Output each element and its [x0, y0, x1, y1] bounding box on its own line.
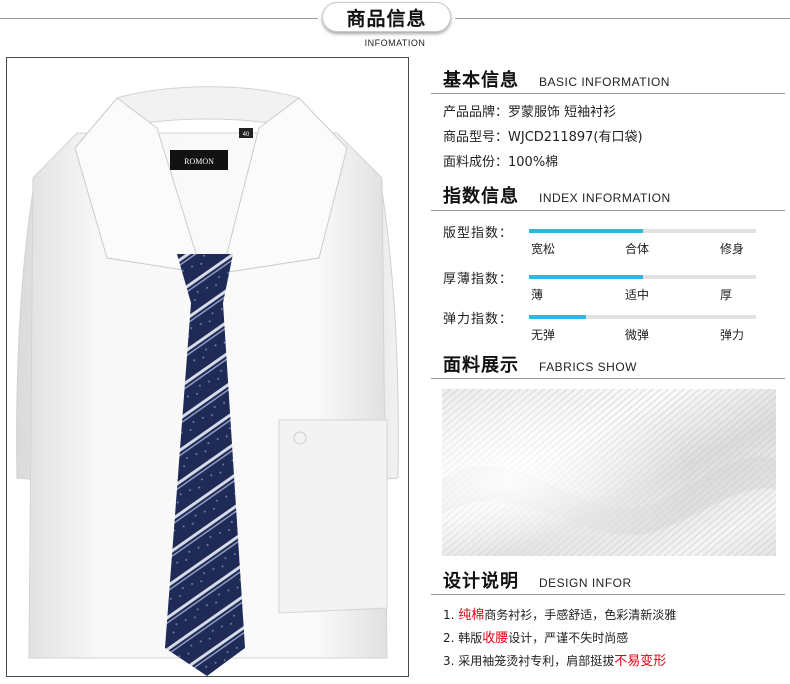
index-fill-elasticity	[529, 315, 586, 319]
index-tick: 厚	[720, 288, 733, 302]
design-item-highlight: 收腰	[482, 631, 509, 646]
section-divider	[431, 594, 785, 595]
section-divider	[431, 93, 785, 94]
index-label-fit: 版型指数：	[443, 226, 514, 241]
section-fabric-title-en: FABRICS SHOW	[539, 360, 638, 374]
product-photo: ROMON 40	[6, 57, 409, 677]
index-tick: 弹力	[720, 328, 745, 342]
size-label: 40	[243, 132, 250, 138]
page-subtitle: INFOMATION	[364, 38, 426, 48]
index-fill-fit	[529, 229, 643, 233]
index-tick: 修身	[720, 242, 745, 256]
fabric-closeup	[442, 389, 776, 556]
design-item-3: 3. 采用袖笼烫衬专利，肩部挺拔不易变形	[443, 650, 666, 669]
index-bar-thickness	[529, 275, 756, 279]
section-design-title-en: DESIGN INFOR	[539, 576, 632, 590]
index-tick: 微弹	[625, 328, 650, 342]
design-item-text: 商务衬衫，手感舒适，色彩清新淡雅	[484, 608, 677, 622]
design-item-highlight: 纯棉	[458, 608, 485, 623]
section-design-title: 设计说明	[443, 571, 519, 592]
section-design: 设计说明 DESIGN INFOR	[443, 567, 780, 593]
section-basic-title-en: BASIC INFORMATION	[539, 75, 670, 89]
section-divider	[431, 210, 785, 211]
header-divider-right	[455, 18, 790, 19]
info-row-material: 面料成份：100%棉	[443, 155, 559, 170]
index-label-thickness: 厚薄指数：	[443, 272, 514, 287]
design-item-prefix: 2. 韩版	[443, 631, 483, 645]
index-tick: 薄	[531, 288, 544, 302]
header-divider-left	[0, 18, 318, 19]
section-fabric: 面料展示 FABRICS SHOW	[443, 351, 780, 377]
index-bar-fit	[529, 229, 756, 233]
index-tick: 适中	[625, 288, 650, 302]
shirt-illustration: ROMON 40	[16, 86, 399, 676]
design-item-2: 2. 韩版收腰设计，严谨不失时尚感	[443, 627, 628, 646]
index-bar-elasticity	[529, 315, 756, 319]
design-item-prefix: 3. 采用袖笼烫衬专利，肩部挺拔	[443, 654, 615, 668]
index-tick: 无弹	[531, 328, 556, 342]
section-divider	[431, 378, 785, 379]
section-basic: 基本信息 BASIC INFORMATION	[443, 66, 780, 92]
section-index-title: 指数信息	[443, 186, 519, 207]
section-index: 指数信息 INDEX INFORMATION	[443, 182, 780, 208]
design-item-highlight: 不易变形	[614, 654, 667, 669]
index-tick: 宽松	[531, 242, 556, 256]
design-item-text: 设计，严谨不失时尚感	[508, 631, 629, 645]
design-item-prefix: 1.	[443, 608, 459, 622]
info-row-model: 商品型号：WJCD211897(有口袋)	[443, 130, 643, 145]
page-title: 商品信息	[322, 2, 451, 32]
info-row-brand: 产品品牌：罗蒙服饰 短袖衬衫	[443, 105, 617, 120]
fabric-texture	[442, 389, 776, 556]
index-tick: 合体	[625, 242, 650, 256]
section-fabric-title: 面料展示	[443, 355, 519, 376]
section-basic-title: 基本信息	[443, 70, 519, 91]
design-item-1: 1. 纯棉商务衬衫，手感舒适，色彩清新淡雅	[443, 604, 676, 623]
index-fill-thickness	[529, 275, 643, 279]
index-label-elasticity: 弹力指数：	[443, 312, 514, 327]
section-index-title-en: INDEX INFORMATION	[539, 191, 671, 205]
brand-label: ROMON	[184, 157, 214, 166]
